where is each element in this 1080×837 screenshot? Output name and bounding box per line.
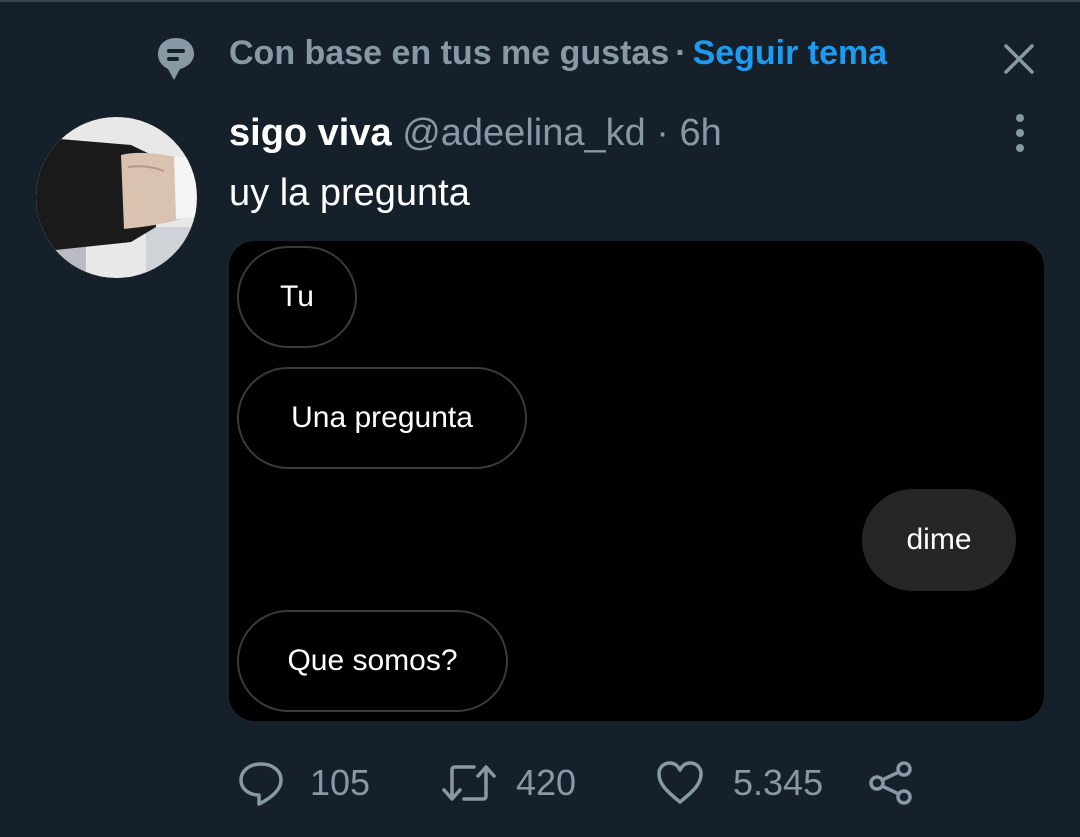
display-name[interactable]: sigo viva bbox=[229, 112, 392, 154]
message-bubble: Tu bbox=[237, 246, 357, 348]
header-separator: · bbox=[656, 112, 669, 154]
context-label: Con base en tus me gustas bbox=[229, 34, 670, 72]
heart-icon bbox=[655, 758, 705, 808]
reply-icon bbox=[236, 758, 286, 808]
more-vertical-icon[interactable] bbox=[1000, 112, 1040, 156]
tweet-text: uy la pregunta bbox=[229, 172, 470, 214]
like-button[interactable]: 5.345 bbox=[655, 755, 823, 811]
retweet-icon bbox=[440, 758, 498, 808]
retweet-button[interactable]: 420 bbox=[440, 755, 576, 811]
topic-bubble-icon bbox=[156, 36, 196, 82]
message-bubble: Una pregunta bbox=[237, 367, 527, 469]
share-button[interactable] bbox=[866, 755, 916, 811]
like-count: 5.345 bbox=[733, 762, 824, 803]
social-context-text: Con base en tus me gustas · Seguir tema bbox=[229, 34, 887, 73]
close-icon[interactable] bbox=[1000, 40, 1038, 78]
message-bubble: Que somos? bbox=[237, 610, 508, 712]
share-icon bbox=[866, 758, 916, 808]
retweet-count: 420 bbox=[516, 762, 577, 803]
tweet-actions: 105 420 5.345 bbox=[0, 755, 1080, 815]
social-context-bar: Con base en tus me gustas · Seguir tema bbox=[0, 28, 1080, 84]
reply-count: 105 bbox=[310, 762, 371, 803]
timestamp[interactable]: 6h bbox=[680, 112, 722, 154]
message-bubble: dime bbox=[862, 489, 1016, 591]
avatar[interactable] bbox=[36, 117, 197, 278]
tweet-header: sigo viva @adeelina_kd · 6h bbox=[229, 112, 722, 155]
user-handle[interactable]: @adeelina_kd bbox=[402, 112, 646, 154]
context-separator: · bbox=[675, 34, 687, 72]
tweet-media-image[interactable]: Tu Una pregunta dime Que somos? bbox=[229, 241, 1044, 721]
follow-topic-link[interactable]: Seguir tema bbox=[693, 34, 888, 72]
reply-button[interactable]: 105 bbox=[236, 755, 370, 811]
top-divider bbox=[0, 0, 1080, 2]
